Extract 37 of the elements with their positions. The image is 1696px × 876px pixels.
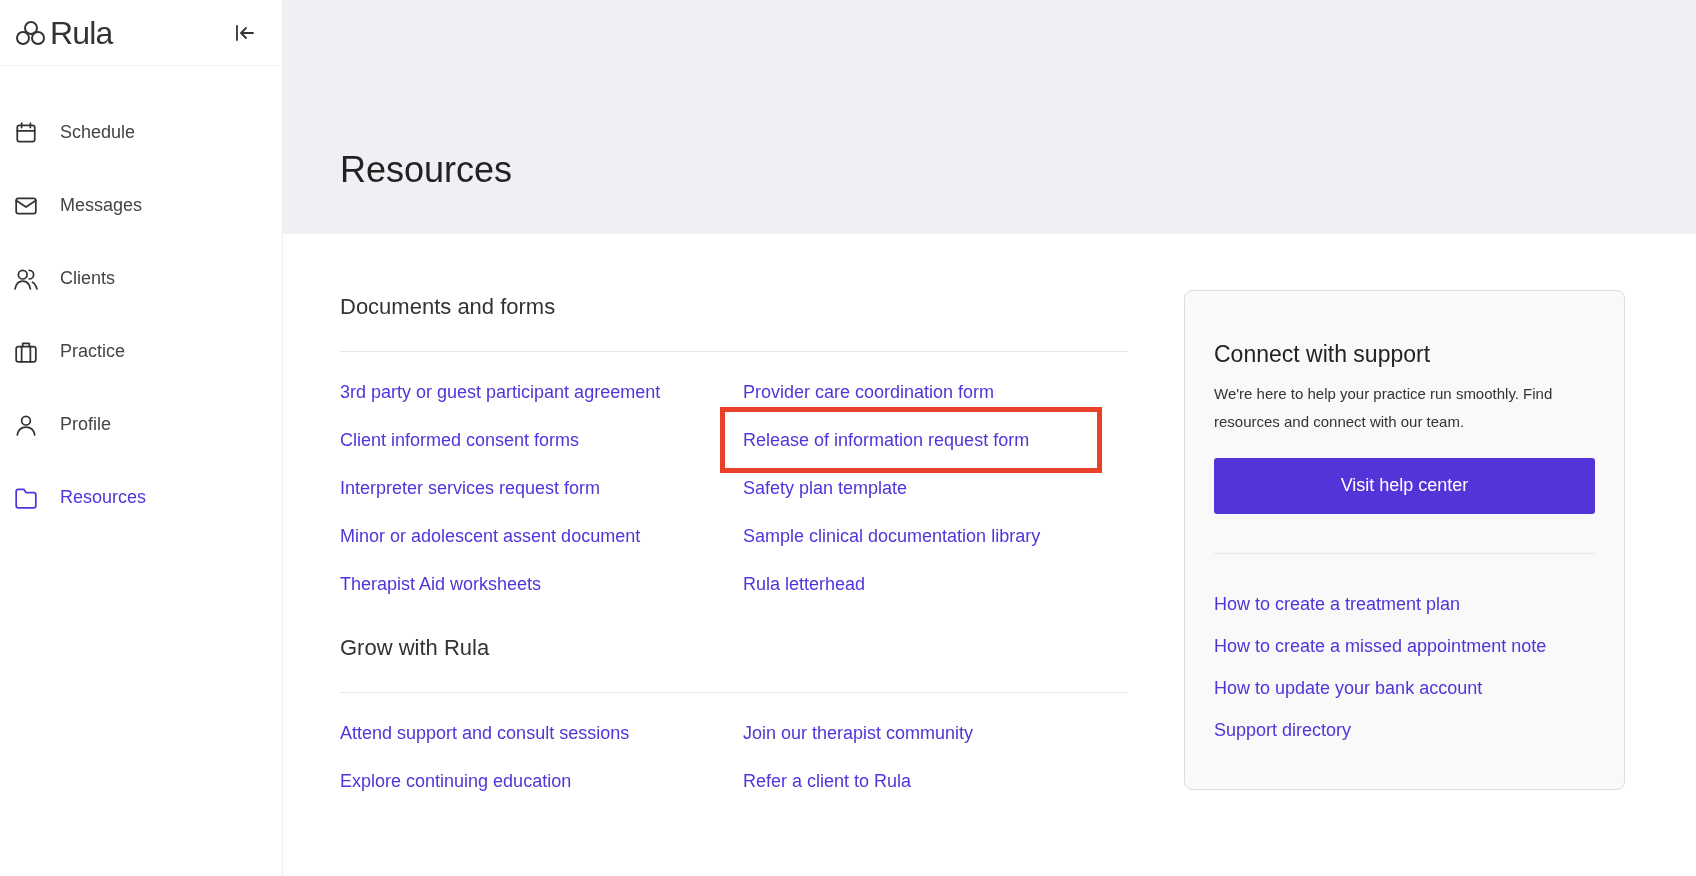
section-title: Documents and forms bbox=[340, 293, 556, 321]
resource-link[interactable]: 3rd party or guest participant agreement bbox=[340, 382, 661, 402]
resource-link[interactable]: Explore continuing education bbox=[340, 771, 572, 791]
resource-link[interactable]: Minor or adolescent assent document bbox=[340, 526, 641, 546]
resource-link[interactable]: Join our therapist community bbox=[743, 723, 974, 743]
resource-link[interactable]: Rula letterhead bbox=[743, 574, 866, 594]
logo-icon bbox=[14, 18, 48, 47]
resource-link[interactable]: Safety plan template bbox=[743, 478, 908, 498]
briefcase-icon bbox=[14, 339, 38, 364]
visit-help-center-button[interactable]: Visit help center bbox=[1214, 457, 1595, 514]
people-icon bbox=[14, 266, 38, 291]
folder-icon bbox=[14, 485, 38, 510]
resource-link[interactable]: Attend support and consult sessions bbox=[340, 723, 630, 743]
person-icon bbox=[14, 412, 38, 437]
sidebar-item[interactable]: Schedule bbox=[14, 119, 282, 146]
calendar-icon bbox=[14, 120, 38, 145]
sidebar-item[interactable]: Messages bbox=[14, 192, 282, 219]
sidebar-item[interactable]: Resources bbox=[14, 484, 282, 511]
logo-text: Rula bbox=[50, 16, 113, 49]
resource-link[interactable]: Client informed consent forms bbox=[340, 430, 580, 450]
resource-link[interactable]: Provider care coordination form bbox=[743, 382, 995, 402]
section-title: Grow with Rula bbox=[340, 634, 490, 662]
sidebar-item[interactable]: Profile bbox=[14, 411, 282, 438]
page-title: Resources bbox=[340, 148, 513, 192]
help-link[interactable]: How to create a missed appointment note bbox=[1214, 633, 1547, 658]
help-link[interactable]: How to create a treatment plan bbox=[1214, 591, 1461, 616]
sidebar-item[interactable]: Practice bbox=[14, 338, 282, 365]
help-link[interactable]: How to update your bank account bbox=[1214, 675, 1483, 700]
resource-link[interactable]: Sample clinical documentation library bbox=[743, 526, 1041, 546]
resource-link[interactable]: Release of information request form bbox=[743, 430, 1030, 450]
resource-link[interactable]: Therapist Aid worksheets bbox=[340, 574, 542, 594]
resource-link[interactable]: Refer a client to Rula bbox=[743, 771, 912, 791]
card-description: We're here to help your practice run smoothly. Find resources and connect with our team. bbox=[1214, 383, 1554, 432]
card-title: Connect with support bbox=[1214, 340, 1431, 369]
sidebar-item[interactable]: Clients bbox=[14, 265, 282, 292]
help-link[interactable]: Support directory bbox=[1214, 717, 1352, 742]
resource-link[interactable]: Interpreter services request form bbox=[340, 478, 601, 498]
